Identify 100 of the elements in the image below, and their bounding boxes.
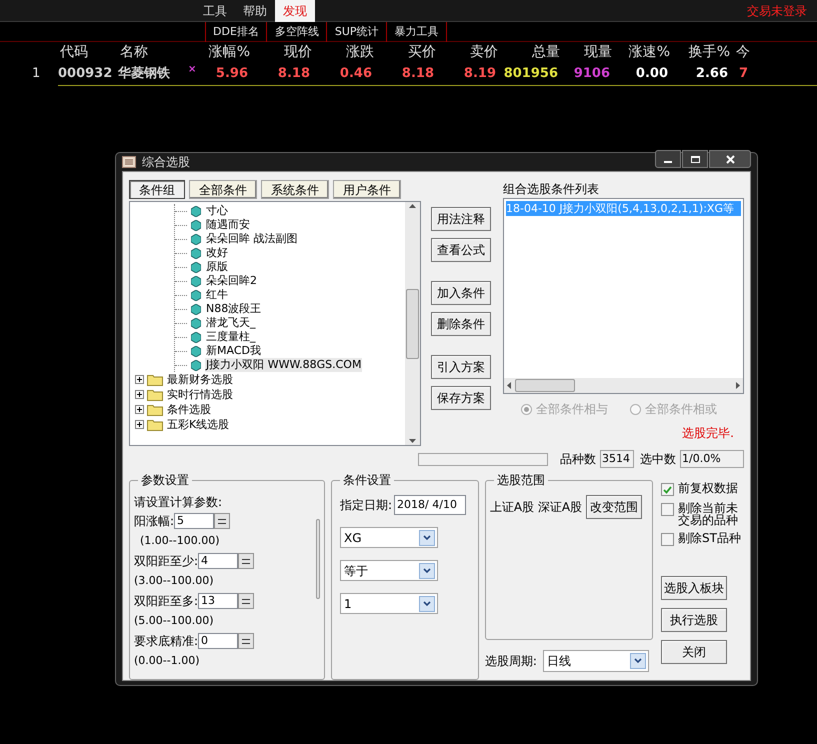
scroll-up-icon[interactable] — [409, 204, 416, 208]
tree-item[interactable]: 新MACD我 — [205, 344, 262, 358]
table-cell-text: 0.00 — [634, 64, 668, 83]
expand-icon[interactable] — [135, 390, 144, 399]
horizontal-scrollbar[interactable] — [504, 378, 743, 393]
tab[interactable]: 系统条件 — [261, 180, 329, 199]
close-button[interactable] — [709, 150, 751, 168]
expand-icon[interactable] — [135, 375, 144, 384]
dialog-button[interactable]: 保存方案 — [431, 386, 491, 410]
expand-icon[interactable] — [135, 405, 144, 414]
param-label: 要求底精准: — [134, 633, 198, 650]
tree-item[interactable]: 三度量柱_ — [205, 330, 256, 344]
scrollbar[interactable] — [405, 202, 420, 445]
dialog-button[interactable]: 删除条件 — [431, 312, 491, 336]
dialog-button[interactable]: 用法注释 — [431, 207, 491, 231]
tree-item[interactable]: 五彩K线选股 — [167, 418, 230, 432]
dropdown[interactable]: 日线 — [542, 650, 649, 672]
maximize-button[interactable] — [682, 150, 708, 168]
formula-icon — [191, 332, 201, 342]
sub-tab[interactable]: 暴力工具 — [386, 22, 447, 42]
table-cell-text: 801956 — [502, 64, 558, 83]
tree-item[interactable]: 红牛 — [205, 288, 229, 302]
sub-tab[interactable]: 多空阵线 — [266, 22, 327, 42]
dialog-button[interactable]: 关闭 — [661, 640, 727, 664]
checkbox[interactable] — [661, 483, 674, 496]
column-header[interactable]: 今 — [730, 42, 750, 62]
checkbox[interactable] — [661, 533, 674, 546]
tree-item[interactable]: 原版 — [205, 260, 229, 274]
dialog-button[interactable]: 加入条件 — [431, 281, 491, 305]
minimize-button[interactable] — [655, 150, 681, 168]
date-picker[interactable]: 2018/ 4/10 — [394, 495, 466, 515]
spin-button[interactable] — [214, 513, 230, 529]
date-label: 指定日期: — [340, 497, 392, 514]
tree-item[interactable]: J接力小双阳 WWW.88GS.COM — [205, 358, 362, 372]
tab[interactable]: 条件组 — [129, 180, 185, 199]
scrollbar[interactable] — [316, 519, 320, 599]
tab[interactable]: 全部条件 — [189, 180, 257, 199]
sub-tab[interactable]: SUP统计 — [326, 22, 387, 42]
tab[interactable]: 用户条件 — [333, 180, 401, 199]
param-range: (5.00--100.00) — [134, 613, 215, 629]
dialog-button[interactable]: 改变范围 — [586, 495, 642, 519]
column-header[interactable]: 代码 — [60, 42, 120, 62]
dialog-button[interactable]: 执行选股 — [661, 608, 727, 632]
scroll-left-icon[interactable] — [507, 382, 511, 389]
window-icon — [122, 156, 136, 168]
dropdown[interactable]: XG — [340, 527, 438, 548]
radio-button[interactable] — [521, 404, 532, 414]
tree-item[interactable]: 条件选股 — [167, 402, 211, 416]
hit-label: 选中数 — [640, 451, 676, 468]
scroll-down-icon[interactable] — [409, 439, 416, 443]
menu-item[interactable]: 帮助 — [235, 0, 275, 22]
spin-button[interactable] — [238, 633, 254, 649]
table-cell-text: 000932 — [58, 64, 114, 83]
menu-item[interactable]: 发现 — [275, 0, 315, 22]
close-icon[interactable] — [726, 154, 734, 164]
folder-icon — [147, 388, 163, 400]
group-title: 条件设置 — [340, 472, 394, 488]
expand-icon[interactable] — [135, 420, 144, 429]
column-header[interactable]: 现量 — [560, 42, 612, 62]
column-header[interactable]: 卖价 — [436, 42, 498, 62]
param-input[interactable]: 13 — [198, 593, 238, 609]
login-status: 交易未登录 — [747, 2, 807, 20]
radio-button[interactable] — [630, 404, 641, 414]
tree-item[interactable]: 实时行情选股 — [167, 388, 233, 402]
checkbox[interactable] — [661, 503, 674, 516]
list-title: 组合选股条件列表 — [503, 181, 600, 198]
menu-item[interactable]: 工具 — [195, 0, 235, 22]
column-header[interactable]: 买价 — [374, 42, 436, 62]
tree-item[interactable]: 随遇而安 — [205, 218, 251, 232]
tree-item[interactable]: N88波段王 — [205, 302, 262, 316]
column-header[interactable]: 涨速% — [612, 42, 670, 62]
column-header[interactable]: 涨跌 — [312, 42, 374, 62]
tree-item[interactable]: 最新财务选股 — [167, 372, 233, 386]
column-header[interactable]: 总量 — [498, 42, 560, 62]
scroll-right-icon[interactable] — [736, 382, 740, 389]
dialog-button[interactable]: 查看公式 — [431, 238, 491, 262]
param-input[interactable]: 0 — [198, 633, 238, 649]
checkbox-label: 剔除ST品种 — [678, 532, 742, 544]
formula-icon — [191, 262, 201, 272]
column-header[interactable]: 涨幅% — [190, 42, 250, 62]
param-input[interactable]: 4 — [198, 553, 238, 569]
tree-item[interactable]: 朵朵回眸 战法副图 — [205, 232, 298, 246]
sub-tab[interactable]: DDE排名 — [205, 22, 267, 42]
param-input[interactable]: 5 — [174, 513, 214, 529]
param-range: (1.00--100.00) — [139, 533, 221, 549]
column-header[interactable]: 换手% — [670, 42, 730, 62]
column-header[interactable]: 现价 — [250, 42, 312, 62]
dropdown[interactable]: 等于 — [340, 560, 438, 581]
spin-button[interactable] — [238, 593, 254, 609]
tree-item[interactable]: 改好 — [205, 246, 229, 260]
spin-button[interactable] — [238, 553, 254, 569]
column-header[interactable]: 名称 — [120, 42, 190, 62]
table-cell-text: 8.18 — [400, 64, 434, 83]
dropdown[interactable]: 1 — [340, 593, 438, 614]
table-cell-text: 8.18 — [276, 64, 310, 83]
tree-item[interactable]: 寸心 — [205, 204, 229, 218]
dialog-button[interactable]: 选股入板块 — [661, 576, 727, 600]
dialog-button[interactable]: 引入方案 — [431, 355, 491, 379]
tree-item[interactable]: 潜龙飞天_ — [205, 316, 256, 330]
tree-item[interactable]: 朵朵回眸2 — [205, 274, 258, 288]
